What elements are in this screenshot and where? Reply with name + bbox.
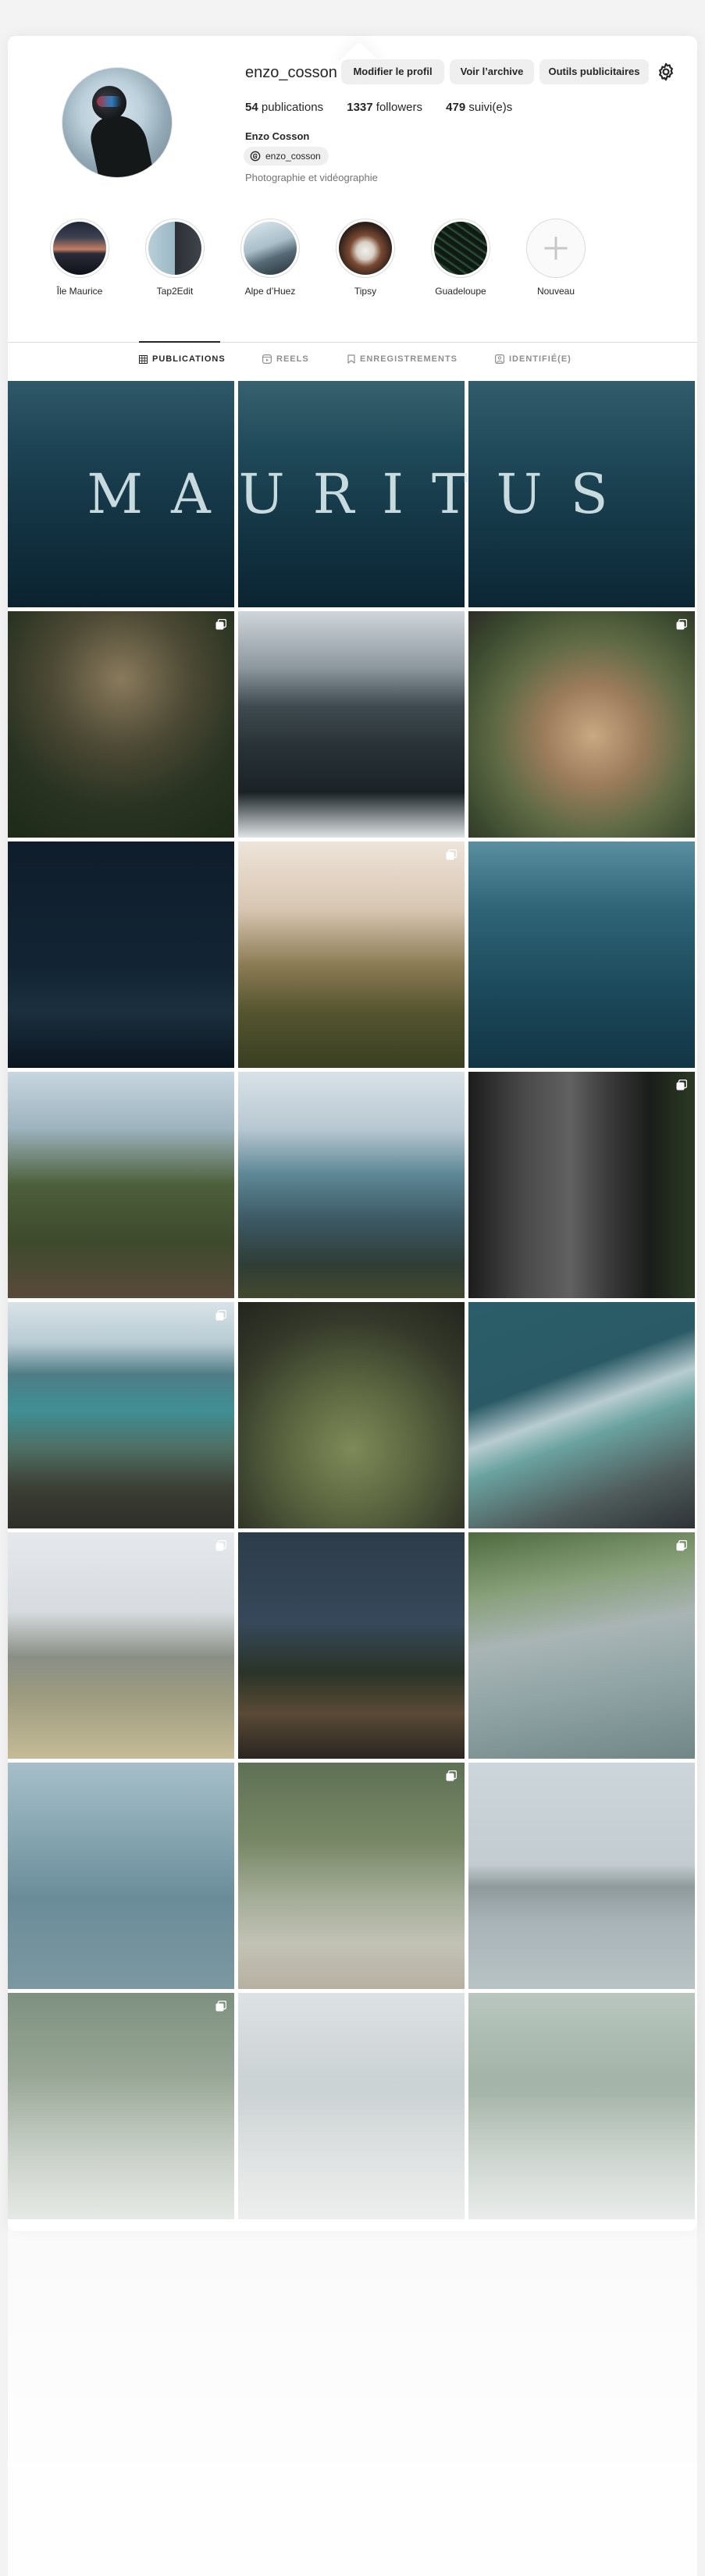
carousel-icon xyxy=(676,1540,687,1551)
tab-label: IDENTIFIÉ(E) xyxy=(509,354,571,364)
avatar-visor xyxy=(97,96,122,107)
post-tile[interactable] xyxy=(468,1302,695,1528)
settings-gear-icon[interactable] xyxy=(656,62,676,82)
bio: Photographie et vidéographie xyxy=(245,172,378,183)
active-tab-indicator xyxy=(139,341,220,343)
avatar-helmet xyxy=(92,86,126,120)
tab-label: ENREGISTREMENTS xyxy=(360,354,458,364)
post-tile[interactable] xyxy=(8,841,234,1068)
tab-reels[interactable]: REELS xyxy=(262,350,309,368)
carousel-icon xyxy=(446,849,457,860)
highlight-label: Guadeloupe xyxy=(435,286,486,297)
post-tile[interactable] xyxy=(468,1993,695,2219)
full-name: Enzo Cosson xyxy=(245,130,310,142)
tab-label: REELS xyxy=(276,354,309,364)
tab-publications[interactable]: PUBLICATIONS xyxy=(139,350,226,368)
post-tile[interactable] xyxy=(238,1072,465,1298)
highlight-label: Tipsy xyxy=(354,286,377,297)
threads-handle: enzo_cosson xyxy=(265,151,321,162)
highlight-ring xyxy=(145,219,205,278)
avatar-figure xyxy=(87,109,155,177)
post-tile[interactable] xyxy=(8,1072,234,1298)
post-tile[interactable] xyxy=(238,611,465,838)
carousel-icon xyxy=(215,1310,226,1321)
carousel-icon xyxy=(676,619,687,630)
followers-stat[interactable]: 1337 followers xyxy=(347,101,422,114)
carousel-icon xyxy=(676,1080,687,1091)
post-tile[interactable] xyxy=(238,1302,465,1528)
post-tile[interactable] xyxy=(468,1072,695,1298)
highlight-guadeloupe[interactable]: Guadeloupe xyxy=(418,219,504,297)
tab-label: PUBLICATIONS xyxy=(152,354,226,364)
tab-saved[interactable]: ENREGISTREMENTS xyxy=(347,350,458,368)
post-tile[interactable] xyxy=(238,1763,465,1989)
post-tile[interactable] xyxy=(8,381,234,607)
dolphin-thumbnail xyxy=(148,222,201,275)
highlight-label: Île Maurice xyxy=(56,286,103,297)
grid-icon xyxy=(139,354,148,364)
carousel-icon xyxy=(215,2001,226,2012)
carousel-icon xyxy=(446,1770,457,1781)
post-tile[interactable] xyxy=(8,611,234,838)
post-tile[interactable] xyxy=(8,1993,234,2219)
highlight-label: Alpe d’Huez xyxy=(244,286,296,297)
avatar[interactable] xyxy=(62,67,173,178)
post-tile[interactable] xyxy=(8,1302,234,1528)
post-tile[interactable] xyxy=(8,1532,234,1759)
highlight-ring xyxy=(336,219,395,278)
username: enzo_cosson xyxy=(245,64,337,81)
post-tile[interactable] xyxy=(468,1763,695,1989)
post-tile[interactable] xyxy=(468,381,695,607)
profile-stats: 54 publications 1337 followers 479 suivi… xyxy=(245,101,532,114)
edit-profile-button[interactable]: Modifier le profil xyxy=(341,59,444,84)
tagged-person-icon xyxy=(495,354,504,364)
highlight-ring xyxy=(240,219,300,278)
dog-thumbnail xyxy=(339,222,392,275)
highlight-label: Nouveau xyxy=(536,286,575,297)
sunset-coast-thumbnail xyxy=(53,222,106,275)
bookmark-icon xyxy=(347,354,355,364)
reels-icon xyxy=(262,354,272,364)
post-tile[interactable] xyxy=(468,841,695,1068)
following-stat[interactable]: 479 suivi(e)s xyxy=(446,101,512,114)
post-tile[interactable] xyxy=(238,841,465,1068)
highlight-ring xyxy=(50,219,109,278)
posts-stat: 54 publications xyxy=(245,101,324,114)
tabs-divider xyxy=(8,342,697,343)
threads-badge[interactable]: enzo_cosson xyxy=(244,147,329,165)
tab-tagged[interactable]: IDENTIFIÉ(E) xyxy=(495,350,571,368)
highlight-alpe-dhuez[interactable]: Alpe d’Huez xyxy=(227,219,313,297)
profile-page: enzo_cosson Modifier le profil Voir l’ar… xyxy=(8,36,697,2576)
post-tile[interactable] xyxy=(238,381,465,607)
carousel-icon xyxy=(215,1540,226,1551)
plus-icon xyxy=(544,237,568,260)
highlight-ile-maurice[interactable]: Île Maurice xyxy=(37,219,123,297)
post-tile[interactable] xyxy=(238,1532,465,1759)
highlight-ring xyxy=(526,219,586,278)
highlight-ring xyxy=(431,219,490,278)
snow-mountain-thumbnail xyxy=(244,222,297,275)
carousel-icon xyxy=(215,619,226,630)
ad-tools-button[interactable]: Outils publicitaires xyxy=(539,59,649,84)
palm-leaf-thumbnail xyxy=(434,222,487,275)
highlight-tipsy[interactable]: Tipsy xyxy=(322,219,408,297)
view-archive-button[interactable]: Voir l’archive xyxy=(450,59,534,84)
highlight-label: Tap2Edit xyxy=(156,286,194,297)
post-tile[interactable] xyxy=(468,611,695,838)
highlight-new[interactable]: Nouveau xyxy=(513,219,599,297)
post-tile[interactable] xyxy=(468,1532,695,1759)
threads-icon xyxy=(250,151,261,162)
highlight-tap2edit[interactable]: Tap2Edit xyxy=(132,219,218,297)
post-tile[interactable] xyxy=(8,1763,234,1989)
post-tile[interactable] xyxy=(238,1993,465,2219)
